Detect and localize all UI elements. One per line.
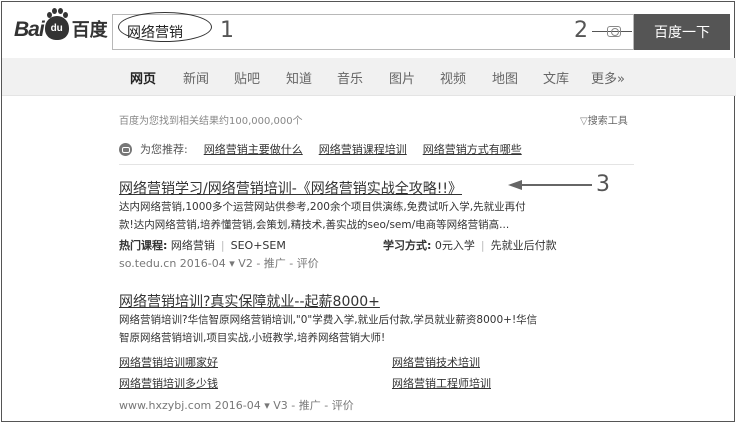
recommend-prefix: 为您推荐:	[140, 143, 188, 156]
recommend-link-2[interactable]: 网络营销课程培训	[319, 141, 407, 157]
search-box[interactable]	[112, 14, 634, 50]
result-2-snippet-line-1: 网络营销培训?华信智原网络营销培训,"0"学费入学,就业后付款,学员就业薪资80…	[119, 314, 538, 326]
result-1-url[interactable]: so.tedu.cn 2016-04	[119, 257, 226, 270]
tab-zhidao[interactable]: 知道	[286, 68, 312, 87]
recommend-link-1[interactable]: 网络营销主要做什么	[204, 141, 303, 157]
result-2-sublink-3[interactable]: 网络营销培训多少钱	[119, 375, 218, 391]
tab-tieba[interactable]: 贴吧	[234, 68, 260, 87]
search-tools[interactable]: ▽搜索工具	[580, 112, 628, 127]
annotation-2: 2	[574, 18, 588, 43]
result-1-title[interactable]: 网络营销学习/网络营销培训-《网络营销实战全攻略!!》	[119, 178, 462, 198]
logo-chinese: 百度	[71, 20, 108, 41]
annotation-1: 1	[220, 18, 234, 43]
paw-icon: du	[44, 8, 69, 40]
recommend-link-3[interactable]: 网络营销方式有哪些	[423, 141, 522, 157]
divider	[119, 164, 634, 165]
study-link-1[interactable]: 0元入学	[435, 239, 475, 252]
tab-map[interactable]: 地图	[492, 68, 518, 87]
logo-du: du	[50, 22, 63, 34]
tab-wenku[interactable]: 文库	[543, 68, 569, 87]
baidu-logo[interactable]: Bai du 百度	[14, 8, 108, 42]
tab-web[interactable]: 网页	[130, 68, 156, 87]
tab-music[interactable]: 音乐	[337, 68, 363, 87]
header: Bai du 百度 1 2 百度一下	[2, 2, 736, 56]
result-2-title[interactable]: 网络营销培训?真实保障就业--起薪8000+	[119, 291, 380, 311]
logo-bai: Bai	[14, 18, 45, 41]
result-2-sublink-1[interactable]: 网络营销培训哪家好	[119, 354, 218, 370]
recommend-icon	[119, 142, 132, 156]
result-1-snippet-line-1: 达内网络营销,1000多个运营网站供参考,200余个项目供演练,免费试听入学,先…	[119, 201, 526, 213]
result-2-sublink-4[interactable]: 网络营销工程师培训	[392, 375, 491, 391]
result-2-snippet: 网络营销培训?华信智原网络营销培训,"0"学费入学,就业后付款,学员就业薪资80…	[119, 311, 637, 347]
result-1-snippet-line-2: 款!达内网络营销,培养懂营销,会策划,精技术,善实战的seo/sem/电商等网络…	[119, 219, 510, 231]
nav-bar: 网页 新闻 贴吧 知道 音乐 图片 视频 地图 文库 更多»	[2, 58, 736, 96]
result-1-url-tail[interactable]: ▾ V2 - 推广 - 评价	[226, 257, 318, 270]
camera-icon[interactable]	[607, 26, 621, 37]
label-study-mode: 学习方式:	[383, 239, 432, 252]
annotation-3-line	[520, 184, 592, 186]
recommend-row: 为您推荐: 网络营销主要做什么 网络营销课程培训 网络营销方式有哪些	[119, 141, 522, 157]
label-hot-courses: 热门课程:	[119, 239, 168, 252]
result-count: 百度为您找到相关结果约100,000,000个	[119, 116, 303, 127]
result-1-snippet: 达内网络营销,1000多个运营网站供参考,200余个项目供演练,免费试听入学,先…	[119, 198, 637, 234]
tab-images[interactable]: 图片	[389, 68, 415, 87]
browser-frame: Bai du 百度 1 2 百度一下 网页 新闻 贴吧 知道 音乐 图片 视频 …	[1, 1, 736, 422]
search-tools-label: 搜索工具	[587, 116, 628, 127]
result-1-info: 热门课程: 网络营销 | SEO+SEM	[119, 239, 286, 252]
result-1-info-2: 学习方式: 0元入学 | 先就业后付款	[383, 239, 557, 252]
result-2-url-tail[interactable]: ▾ V3 - 推广 - 评价	[261, 399, 353, 412]
annotation-3: 3	[596, 172, 610, 197]
study-link-2[interactable]: 先就业后付款	[491, 239, 557, 252]
result-2-url[interactable]: www.hxzybj.com 2016-04	[119, 399, 261, 412]
filter-icon: ▽	[580, 116, 588, 127]
result-2-url-row: www.hxzybj.com 2016-04 ▾ V3 - 推广 - 评价	[119, 397, 354, 413]
tab-news[interactable]: 新闻	[183, 68, 209, 87]
search-button[interactable]: 百度一下	[634, 14, 730, 50]
course-link-1[interactable]: 网络营销	[171, 239, 215, 252]
tab-video[interactable]: 视频	[440, 68, 466, 87]
result-2-sublink-2[interactable]: 网络营销技术培训	[392, 354, 480, 370]
search-input[interactable]	[115, 17, 515, 47]
result-1-url-row: so.tedu.cn 2016-04 ▾ V2 - 推广 - 评价	[119, 255, 319, 271]
result-2-snippet-line-2: 智原网络营销培训,项目实战,小班教学,培养网络营销大师!	[119, 332, 386, 344]
course-link-2[interactable]: SEO+SEM	[231, 239, 286, 252]
tab-more[interactable]: 更多»	[591, 68, 625, 87]
